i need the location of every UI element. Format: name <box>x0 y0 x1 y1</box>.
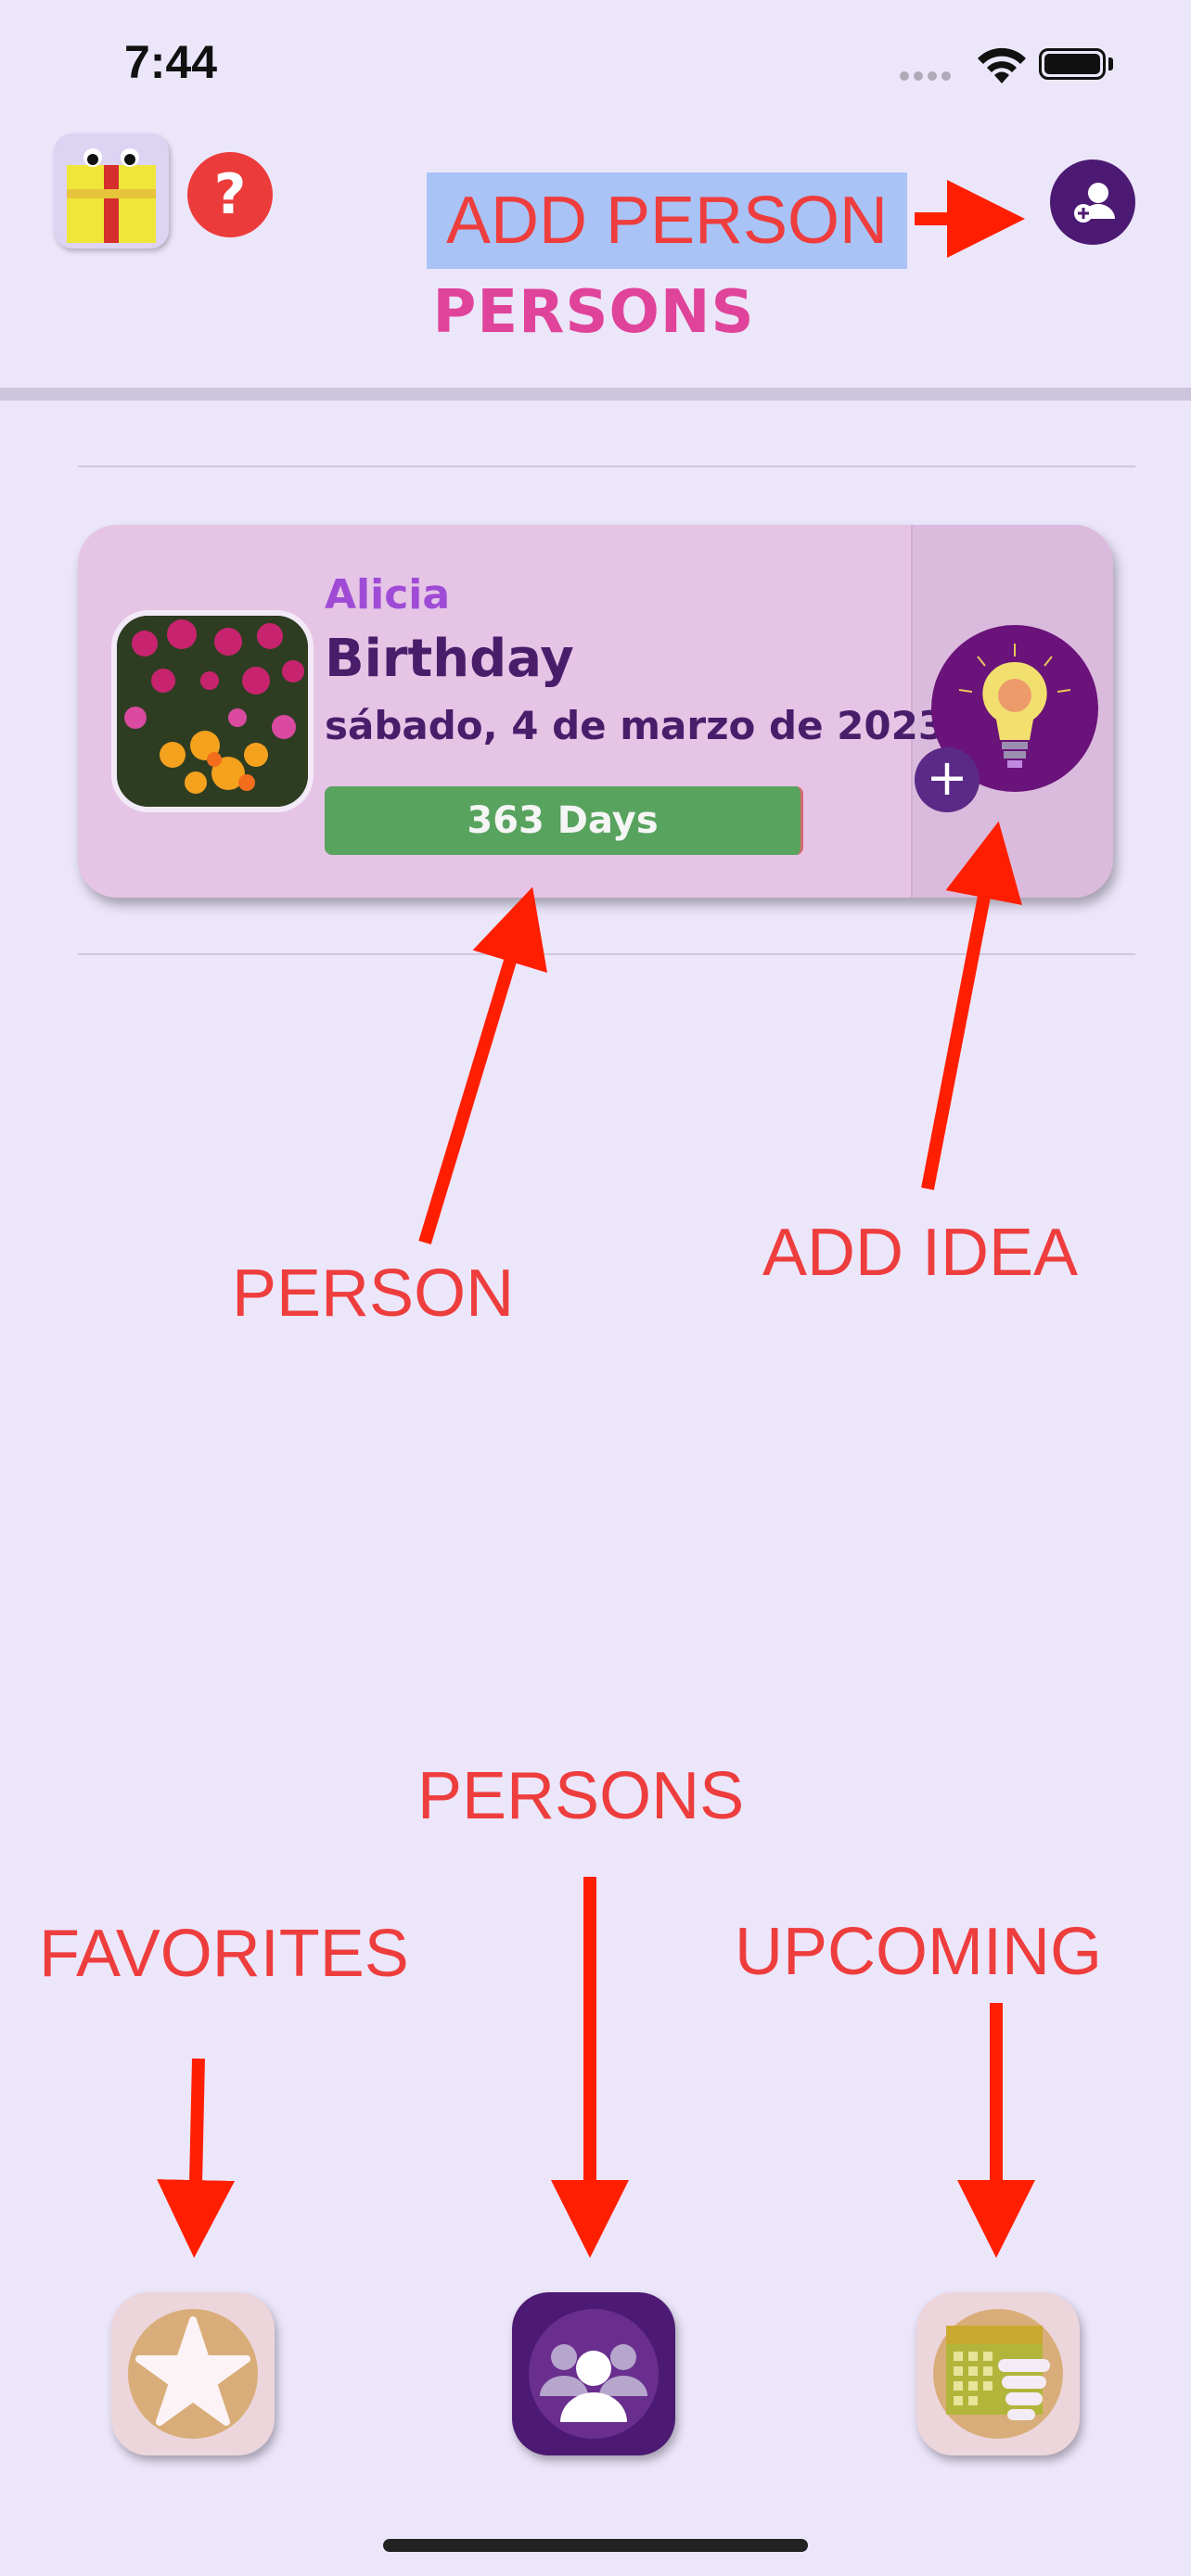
add-idea-button[interactable]: + <box>915 747 980 812</box>
home-indicator[interactable] <box>383 2539 808 2552</box>
event-date: sábado, 4 de marzo de 2023 <box>325 703 946 748</box>
star-icon <box>128 2309 258 2439</box>
add-person-annotation: ADD PERSON <box>445 184 889 258</box>
person-card[interactable]: Alicia Birthday sábado, 4 de marzo de 20… <box>78 525 1113 898</box>
help-button[interactable]: ? <box>187 152 273 237</box>
add-person-button[interactable] <box>1050 159 1135 245</box>
page-title: PERSONS <box>432 278 755 347</box>
person-photo <box>111 610 314 812</box>
battery-tip <box>1108 57 1113 70</box>
event-name: Birthday <box>325 629 574 689</box>
people-icon <box>529 2309 659 2439</box>
add-idea-annotation: ADD IDEA <box>762 1216 1079 1290</box>
tab-upcoming[interactable] <box>916 2292 1080 2455</box>
list-divider-top <box>78 465 1135 467</box>
app-logo-icon[interactable] <box>54 134 169 249</box>
upcoming-annotation: UPCOMING <box>735 1915 1102 1989</box>
calendar-icon <box>933 2309 1063 2439</box>
cellular-signal-icon <box>900 69 955 85</box>
list-divider-bottom <box>78 953 1135 955</box>
tab-persons[interactable] <box>512 2292 675 2455</box>
battery-icon <box>1039 48 1106 80</box>
days-remaining-badge: 363 Days <box>325 786 803 855</box>
status-time: 7:44 <box>124 36 218 88</box>
tab-favorites[interactable] <box>111 2292 275 2455</box>
favorites-annotation: FAVORITES <box>39 1917 409 1991</box>
person-annotation: PERSON <box>232 1256 515 1331</box>
wifi-icon <box>978 47 1026 83</box>
header-divider <box>0 388 1191 401</box>
persons-annotation: PERSONS <box>417 1759 745 1833</box>
add-person-icon <box>1074 183 1115 223</box>
person-name: Alicia <box>325 571 451 618</box>
